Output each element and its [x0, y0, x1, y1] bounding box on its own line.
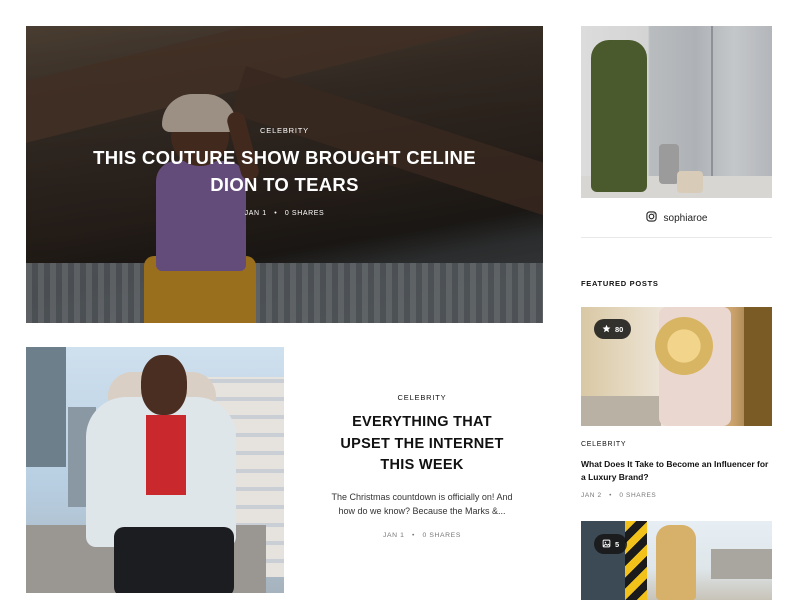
star-icon	[602, 324, 611, 335]
hero-category[interactable]: CELEBRITY	[26, 126, 543, 135]
instagram-profile-link[interactable]: sophiaroe	[581, 206, 772, 230]
post2-excerpt: The Christmas countdown is officially on…	[331, 491, 513, 516]
meta-separator: •	[412, 531, 416, 539]
featured-post-2-badge-count: 5	[615, 539, 620, 549]
featured-post-1-meta: JAN 2 • 0 SHARES	[581, 492, 772, 499]
instagram-image-dress	[591, 40, 647, 192]
post2-title[interactable]: EVERYTHING THAT UPSET THE INTERNET THIS …	[322, 412, 522, 477]
featured-post-1-image-street	[581, 396, 661, 426]
instagram-username: sophiaroe	[663, 212, 708, 224]
gallery-icon	[602, 539, 611, 550]
post2-image-pants	[114, 527, 234, 593]
instagram-icon	[645, 209, 657, 227]
featured-post-2-image[interactable]	[581, 521, 772, 600]
instagram-image-door	[711, 26, 713, 176]
featured-post-2-image-figure	[656, 525, 696, 600]
featured-post-1-date: JAN 2	[581, 492, 602, 499]
featured-posts-heading: FEATURED POSTS	[581, 279, 659, 288]
featured-post-2-gallery-badge: 5	[594, 534, 628, 554]
featured-post-2-image-building	[581, 521, 625, 600]
featured-post-1-category[interactable]: CELEBRITY	[581, 441, 772, 448]
hero-post[interactable]: CELEBRITY THIS COUTURE SHOW BROUGHT CELI…	[26, 26, 543, 323]
post2-category[interactable]: CELEBRITY	[322, 393, 522, 402]
post2-date: JAN 1	[383, 531, 405, 539]
hero-date: JAN 1	[244, 210, 267, 217]
featured-post-1-title[interactable]: What Does It Take to Become an Influence…	[581, 458, 772, 484]
hero-meta: JAN 1 • 0 SHARES	[26, 210, 543, 217]
post2-image-building	[26, 347, 66, 467]
instagram-image-stool	[659, 144, 679, 184]
featured-post-1-image-wall	[744, 307, 772, 426]
featured-post-1-rating-badge: 80	[594, 319, 632, 339]
instagram-image-basket	[677, 171, 703, 193]
meta-separator: •	[609, 492, 612, 499]
meta-separator: •	[274, 210, 278, 217]
hero-overlay: CELEBRITY THIS COUTURE SHOW BROUGHT CELI…	[26, 126, 543, 217]
hero-title[interactable]: THIS COUTURE SHOW BROUGHT CELINE DION TO…	[26, 144, 543, 198]
post2-shares: 0 SHARES	[422, 531, 461, 539]
featured-post-2-image-pole	[625, 521, 647, 600]
instagram-image[interactable]	[581, 26, 772, 198]
post2-meta: JAN 1 • 0 SHARES	[322, 532, 522, 539]
featured-post-2-image-pier	[711, 549, 772, 579]
post2-image-shirt	[146, 415, 186, 495]
featured-post-1-shares: 0 SHARES	[619, 492, 657, 499]
post2-image[interactable]	[26, 347, 284, 593]
post2-image-face	[141, 355, 187, 415]
divider	[581, 237, 772, 238]
hero-shares: 0 SHARES	[284, 210, 325, 217]
post2-text: CELEBRITY EVERYTHING THAT UPSET THE INTE…	[322, 393, 522, 539]
featured-post-1: CELEBRITY What Does It Take to Become an…	[581, 441, 772, 499]
featured-post-1-image-hat	[655, 317, 713, 375]
featured-post-1-badge-count: 80	[615, 324, 624, 334]
